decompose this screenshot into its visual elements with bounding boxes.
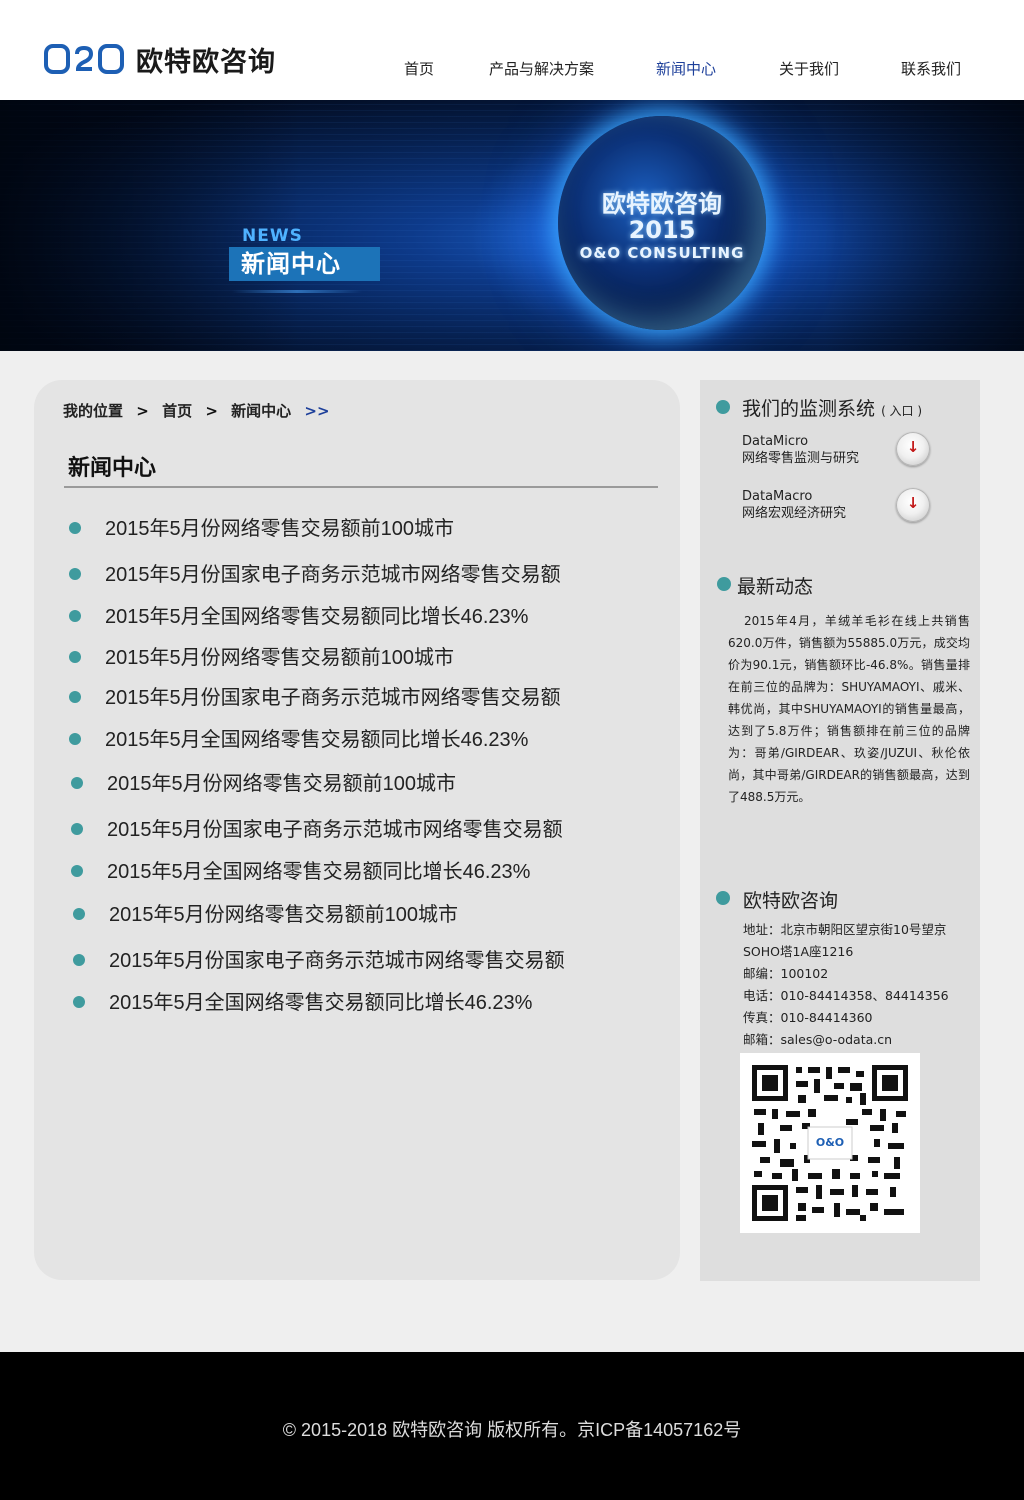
bullet-icon xyxy=(69,651,81,663)
system-datamicro[interactable]: DataMicro 网络零售监测与研究 xyxy=(742,433,859,467)
latest-news-text: 2015年4月，羊绒羊毛衫在线上共销售620.0万件，销售额为55885.0万元… xyxy=(728,614,970,804)
breadcrumb-arrows: >> xyxy=(304,402,330,420)
monitor-entry-hint: ( 入口 ) xyxy=(881,404,923,418)
main-nav: 首页 产品与解决方案 新闻中心 关于我们 联系我们 xyxy=(0,58,1024,80)
nav-item-news[interactable]: 新闻中心 xyxy=(656,58,716,79)
news-link[interactable]: 2015年5月份网络零售交易额前100城市 xyxy=(109,898,458,927)
copyright-text: © 2015-2018 欧特欧咨询 版权所有。京ICP备14057162号 xyxy=(282,1420,742,1440)
datamicro-enter-button[interactable]: ↓ xyxy=(896,432,930,466)
news-link[interactable]: 2015年5月份国家电子商务示范城市网络零售交易额 xyxy=(107,813,563,842)
news-link[interactable]: 2015年5月全国网络零售交易额同比增长46.23% xyxy=(105,600,528,629)
breadcrumb-home-link[interactable]: 首页 xyxy=(162,402,192,420)
bullet-icon xyxy=(71,865,83,877)
system-desc: 网络宏观经济研究 xyxy=(742,506,847,521)
news-link[interactable]: 2015年5月全国网络零售交易额同比增长46.23% xyxy=(109,986,532,1015)
news-panel: 我的位置 > 首页 > 新闻中心 >> 新闻中心 2015年5月份网络零售交易额… xyxy=(34,380,680,1280)
monitor-title-text: 我们的监测系统 xyxy=(742,398,876,420)
system-desc: 网络零售监测与研究 xyxy=(742,451,860,466)
address-line-1: 地址：北京市朝阳区望京街10号望京 xyxy=(743,922,947,937)
breadcrumb-separator: > xyxy=(136,402,149,420)
news-link[interactable]: 2015年5月份国家电子商务示范城市网络零售交易额 xyxy=(109,944,565,973)
fax: 传真：010-84414360 xyxy=(743,1010,873,1025)
news-link[interactable]: 2015年5月份国家电子商务示范城市网络零售交易额 xyxy=(105,558,561,587)
header: 欧特欧咨询 首页 产品与解决方案 新闻中心 关于我们 联系我们 xyxy=(0,0,1024,100)
bullet-icon xyxy=(717,577,731,591)
company-title: 欧特欧咨询 xyxy=(743,890,839,912)
sidebar: 我们的监测系统 ( 入口 ) DataMicro 网络零售监测与研究 ↓ Dat… xyxy=(700,380,980,1281)
banner-shade-right xyxy=(824,100,1024,351)
breadcrumb-separator: > xyxy=(205,402,218,420)
nav-item-home[interactable]: 首页 xyxy=(404,58,434,79)
page-title: 新闻中心 xyxy=(68,456,157,481)
title-divider xyxy=(64,486,658,488)
news-link[interactable]: 2015年5月份网络零售交易额前100城市 xyxy=(105,641,454,670)
news-link[interactable]: 2015年5月份网络零售交易额前100城市 xyxy=(105,512,454,541)
qr-code-icon: O&O xyxy=(750,1063,910,1223)
nav-item-products[interactable]: 产品与解决方案 xyxy=(489,58,594,79)
down-arrow-icon: ↓ xyxy=(906,494,920,512)
hero-banner: 欧特欧咨询 2015 O&O CONSULTING NEWS 新闻中心 xyxy=(0,100,1024,351)
breadcrumb-current[interactable]: 新闻中心 xyxy=(231,402,291,420)
qr-code: O&O xyxy=(740,1053,920,1233)
bullet-icon xyxy=(69,522,81,534)
globe-brand-text: 欧特欧咨询 xyxy=(602,190,722,218)
system-name: DataMacro xyxy=(742,489,813,504)
email[interactable]: 邮箱：sales@o-odata.cn xyxy=(743,1029,892,1048)
latest-news-title: 最新动态 xyxy=(737,576,814,598)
monitor-systems-title: 我们的监测系统 ( 入口 ) xyxy=(742,394,922,421)
nav-item-about[interactable]: 关于我们 xyxy=(779,58,839,79)
news-link[interactable]: 2015年5月份网络零售交易额前100城市 xyxy=(107,767,456,796)
postcode: 邮编：100102 xyxy=(743,966,829,981)
news-link[interactable]: 2015年5月全国网络零售交易额同比增长46.23% xyxy=(105,723,528,752)
bullet-icon xyxy=(73,908,85,920)
news-link[interactable]: 2015年5月全国网络零售交易额同比增长46.23% xyxy=(107,855,530,884)
down-arrow-icon: ↓ xyxy=(906,438,920,456)
globe-year-text: 2015 xyxy=(628,216,696,244)
bullet-icon xyxy=(71,777,83,789)
bullet-icon xyxy=(73,996,85,1008)
bullet-icon xyxy=(69,691,81,703)
bullet-icon xyxy=(69,733,81,745)
globe-english-text: O&O CONSULTING xyxy=(579,244,745,262)
breadcrumb-label: 我的位置 xyxy=(63,402,124,420)
address-line-2: SOHO塔1A座1216 xyxy=(743,944,854,959)
globe-image: 欧特欧咨询 2015 O&O CONSULTING xyxy=(558,116,766,330)
bullet-icon xyxy=(716,400,730,414)
banner-news-title: 新闻中心 xyxy=(229,247,380,281)
nav-item-contact[interactable]: 联系我们 xyxy=(901,58,961,79)
system-name: DataMicro xyxy=(742,434,809,449)
banner-news-en: NEWS xyxy=(242,226,303,246)
qr-logo-text: O&O xyxy=(816,1136,844,1149)
phone: 电话：010-84414358、84414356 xyxy=(743,988,949,1003)
bullet-icon xyxy=(716,891,730,905)
footer: © 2015-2018 欧特欧咨询 版权所有。京ICP备14057162号 xyxy=(0,1352,1024,1500)
system-datamacro[interactable]: DataMacro 网络宏观经济研究 xyxy=(742,488,846,522)
bullet-icon xyxy=(69,610,81,622)
bullet-icon xyxy=(73,954,85,966)
bullet-icon xyxy=(71,823,83,835)
bullet-icon xyxy=(69,568,81,580)
news-link[interactable]: 2015年5月份国家电子商务示范城市网络零售交易额 xyxy=(105,681,561,710)
breadcrumb: 我的位置 > 首页 > 新闻中心 >> xyxy=(63,400,338,421)
datamacro-enter-button[interactable]: ↓ xyxy=(896,488,930,522)
banner-underline xyxy=(232,290,362,293)
